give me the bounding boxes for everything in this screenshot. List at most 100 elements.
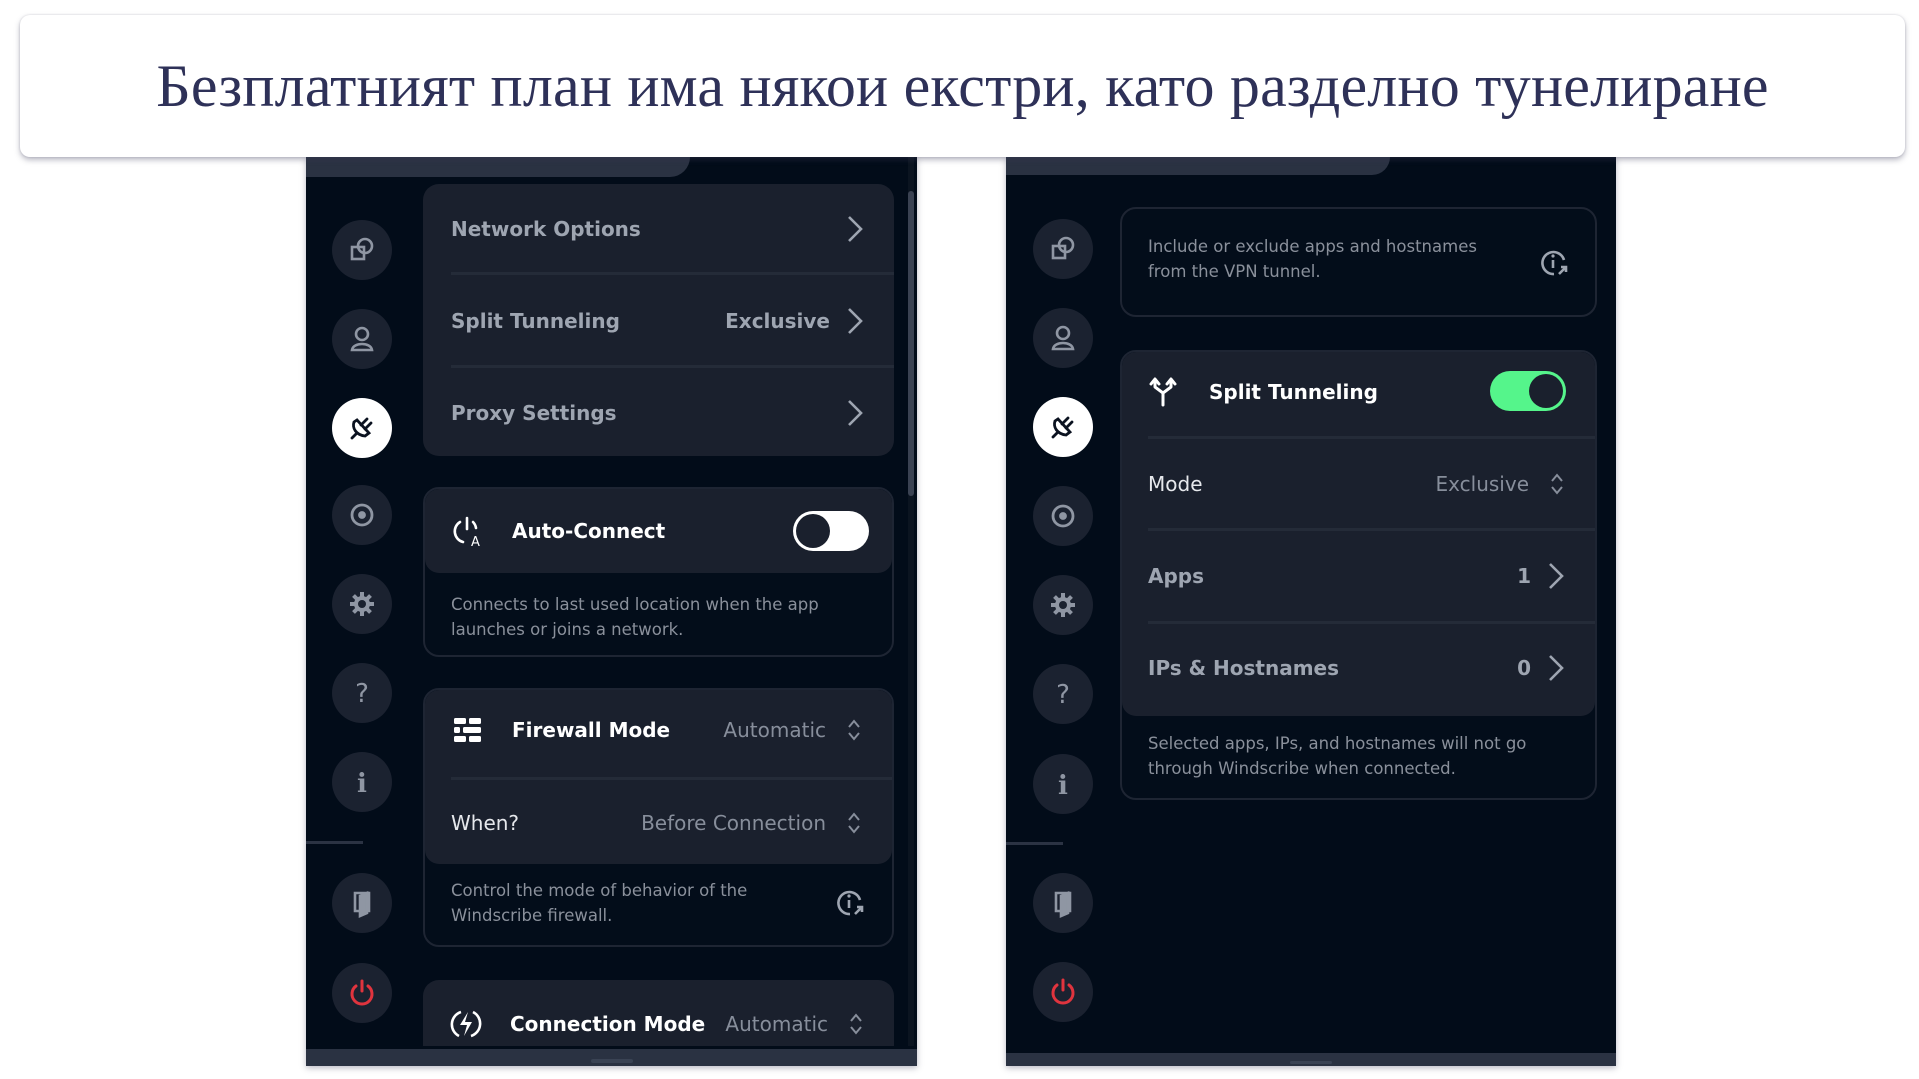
apps-label: Apps [1148,564,1205,588]
svg-text:i: i [357,769,367,797]
split-tunneling-info-text: Include or exclude apps and hostnames fr… [1148,237,1477,281]
firewall-when-row[interactable]: When? Before Connection [451,803,892,843]
firewall-mode-row[interactable]: Firewall Mode Automatic [451,710,892,750]
sidebar-item-about[interactable]: i [332,752,392,812]
mode-row[interactable]: Mode Exclusive [1148,464,1595,504]
split-tunneling-description: Selected apps, IPs, and hostnames will n… [1148,734,1527,778]
firewall-mode-value: Automatic [723,718,826,742]
updown-chevron-icon [848,719,860,741]
resize-grip[interactable] [590,1059,633,1063]
connection-mode-value: Automatic [725,1012,828,1036]
proxy-settings-label: Proxy Settings [451,401,617,425]
robert-icon [350,503,374,527]
sidebar-item-help[interactable]: ? [1033,664,1093,724]
sidebar-item-advanced[interactable] [1033,575,1093,635]
auto-connect-card: A Auto-Connect Connects to last used loc… [423,487,894,657]
firewall-description: Control the mode of behavior of the Wind… [451,881,748,925]
updown-chevron-icon [848,812,860,834]
auto-connect-description: Connects to last used location when the … [451,595,819,639]
network-options-row[interactable]: Network Options [451,209,894,249]
info-link-icon[interactable] [834,887,866,919]
row-divider [1148,621,1595,624]
power-icon [350,979,374,1006]
split-tunneling-row[interactable]: Split Tunneling Exclusive [451,301,894,341]
sidebar-item-general[interactable] [332,220,392,280]
connection-mode-row[interactable]: Connection Mode Automatic [449,1004,894,1044]
split-arrows-icon [1149,377,1177,407]
network-options-label: Network Options [451,217,641,241]
power-icon [1051,978,1075,1005]
ips-hostnames-label: IPs & Hostnames [1148,656,1340,680]
info-link-icon[interactable] [1538,247,1570,279]
svg-text:?: ? [355,679,369,708]
connection-options-card: Network Options Split Tunneling Exclusiv… [423,184,894,456]
split-tunneling-card: Split Tunneling Mode Exclusive Apps 1 IP… [1120,350,1597,800]
connection-windows-icon [350,237,374,261]
gear-icon [350,592,374,616]
row-divider [1148,528,1595,531]
sidebar-item-connection[interactable] [332,398,392,458]
sidebar-item-sign-out[interactable] [332,873,392,933]
proxy-settings-row[interactable]: Proxy Settings [451,393,894,433]
sidebar-item-general[interactable] [1033,219,1093,279]
sidebar-item-account[interactable] [1033,308,1093,368]
sidebar-divider [306,841,363,844]
book-exit-icon [1054,891,1072,918]
firewall-when-value: Before Connection [641,811,826,835]
sidebar-divider [1006,842,1063,845]
row-divider [451,777,892,780]
sidebar-item-account[interactable] [332,309,392,369]
updown-chevron-icon [1551,473,1563,495]
ips-hostnames-row[interactable]: IPs & Hostnames 0 [1148,648,1595,688]
chevron-right-icon [848,308,863,334]
chevron-right-icon [848,400,863,426]
auto-connect-icon: A [453,516,480,548]
sidebar-item-connection[interactable] [1033,397,1093,457]
svg-text:i: i [1058,771,1068,799]
book-exit-icon [353,891,371,918]
sidebar-item-quit[interactable] [1033,962,1093,1022]
chevron-right-icon [1549,655,1564,681]
connection-plug-icon [350,417,373,440]
split-tunneling-value: Exclusive [725,309,830,333]
updown-chevron-icon [850,1013,862,1035]
sidebar-item-robert[interactable] [332,485,392,545]
chevron-right-icon [848,216,863,242]
sidebar-item-sign-out[interactable] [1033,873,1093,933]
scrollbar-thumb[interactable] [908,191,914,496]
mode-value: Exclusive [1435,472,1529,496]
toggle-knob [796,514,830,548]
sidebar-item-advanced[interactable] [332,574,392,634]
account-icon [1051,325,1075,351]
caption-card: Безплатният план има някои екстри, като … [20,15,1905,157]
sidebar-item-about[interactable]: i [1033,754,1093,814]
svg-text:A: A [471,535,480,548]
auto-connect-toggle[interactable] [793,511,869,551]
row-divider [1148,436,1595,439]
resize-grip[interactable] [1290,1061,1332,1064]
ips-hostnames-count: 0 [1517,656,1531,680]
apps-row[interactable]: Apps 1 [1148,556,1595,596]
help-icon: ? [1056,680,1070,709]
chevron-right-icon [1549,563,1564,589]
row-divider [451,365,894,368]
toggle-knob [1529,374,1563,408]
settings-panel-connection: ? i Network Options Split Tunneling Excl… [306,157,917,1066]
robert-icon [1051,504,1075,528]
sidebar-item-help[interactable]: ? [332,663,392,723]
panel-footer [1006,1053,1616,1066]
sidebar-item-robert[interactable] [1033,486,1093,546]
split-tunneling-label: Split Tunneling [1209,380,1378,404]
gear-icon [1051,593,1075,617]
caption-text: Безплатният план има някои екстри, като … [156,52,1769,119]
sidebar-item-quit[interactable] [332,963,392,1023]
svg-text:?: ? [1056,680,1070,709]
connection-plug-icon [1051,416,1074,439]
apps-count: 1 [1517,564,1531,588]
info-icon: i [1058,771,1068,799]
firewall-card: Firewall Mode Automatic When? Before Con… [423,688,894,947]
split-tunneling-label: Split Tunneling [451,309,620,333]
scrollbar[interactable] [908,157,914,1048]
split-tunneling-toggle[interactable] [1490,371,1566,411]
split-tunneling-info-card: Include or exclude apps and hostnames fr… [1120,207,1597,317]
